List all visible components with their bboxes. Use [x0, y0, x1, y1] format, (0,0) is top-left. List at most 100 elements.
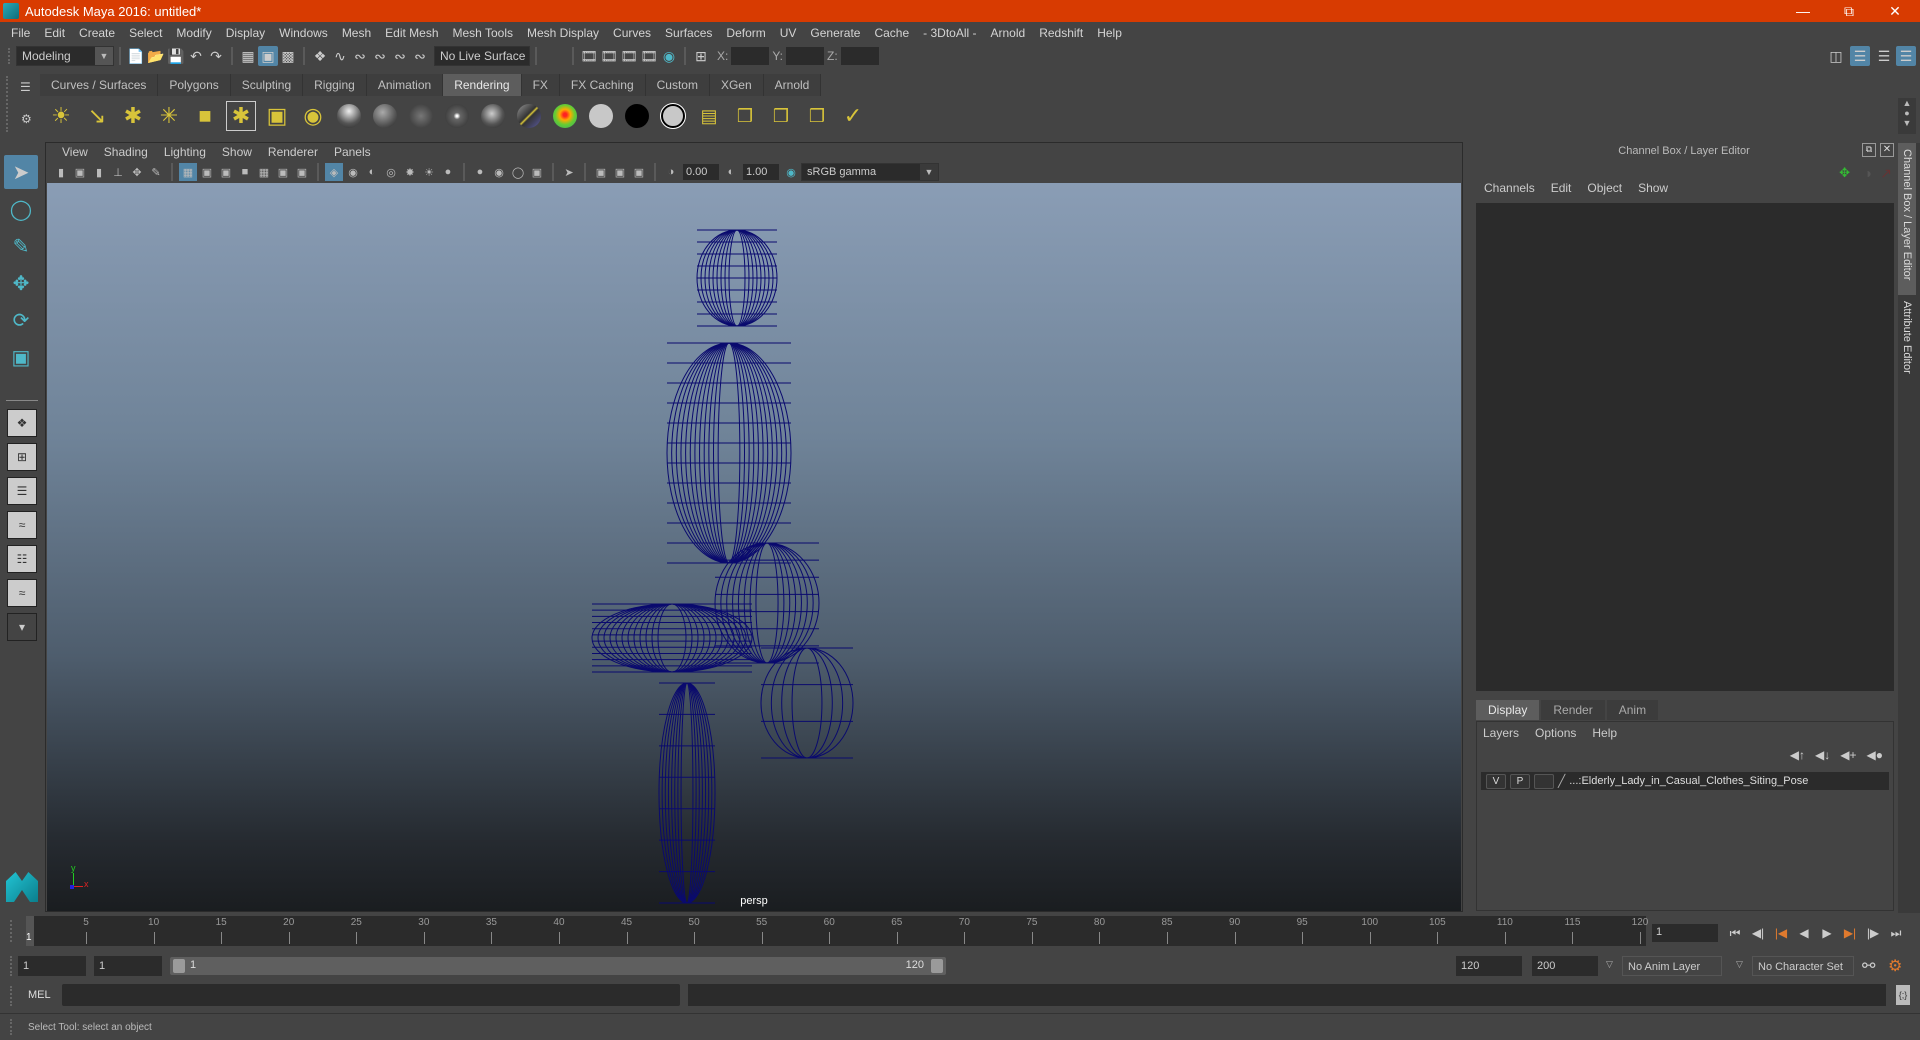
menu-3dtoall[interactable]: - 3DtoAll - — [916, 26, 983, 40]
xray-joints-icon[interactable]: ✸ — [401, 163, 419, 181]
menu-windows[interactable]: Windows — [272, 26, 335, 40]
textures-icon[interactable]: ▣ — [611, 163, 629, 181]
render-settings-shelf-icon[interactable]: ▤ — [694, 101, 724, 131]
redo-icon[interactable]: ↷ — [206, 46, 226, 66]
drag-handle[interactable] — [10, 1019, 14, 1035]
ipr-render-icon[interactable]: 🎞 — [619, 46, 639, 66]
layered-shader-icon[interactable] — [514, 101, 544, 131]
close-panel-icon[interactable]: ✕ — [1880, 143, 1894, 157]
menu-uv[interactable]: UV — [773, 26, 804, 40]
menu-mesh-tools[interactable]: Mesh Tools — [446, 26, 520, 40]
shelf-menu-icon[interactable]: ☰ — [20, 80, 31, 94]
auto-key-icon[interactable]: ⚯ — [1862, 956, 1875, 976]
minimize-button[interactable]: — — [1780, 0, 1826, 22]
drag-handle[interactable] — [10, 920, 14, 942]
scale-tool-icon[interactable]: ▣ — [4, 340, 38, 374]
live-surface-field[interactable]: No Live Surface — [434, 46, 530, 66]
mel-label[interactable]: MEL — [28, 989, 51, 1001]
batch-render-shelf-icon[interactable]: ❒ — [802, 101, 832, 131]
xray-icon[interactable]: ◎ — [382, 163, 400, 181]
ambient-light-icon[interactable]: ☀ — [46, 101, 76, 131]
channel-menu-edit[interactable]: Edit — [1543, 181, 1580, 195]
menu-arnold[interactable]: Arnold — [984, 26, 1033, 40]
smooth-shade-icon[interactable]: ◉ — [344, 163, 362, 181]
scene-end-field[interactable]: 200 — [1532, 956, 1598, 976]
use-background-icon[interactable] — [622, 101, 652, 131]
layer-tab-render[interactable]: Render — [1541, 700, 1605, 720]
anim-layer-field[interactable]: No Anim Layer — [1622, 956, 1722, 976]
step-forward-key-icon[interactable]: ▶| — [1840, 924, 1860, 942]
drag-handle[interactable] — [8, 48, 12, 64]
lambert-sphere-icon[interactable] — [370, 101, 400, 131]
menu-help[interactable]: Help — [1090, 26, 1129, 40]
resolution-gate-icon[interactable]: ▣ — [217, 163, 235, 181]
color-management-toggle-icon[interactable]: ◉ — [782, 163, 800, 181]
hyper-icon[interactable]: ↗ — [1880, 165, 1892, 182]
layer-tab-anim[interactable]: Anim — [1606, 700, 1659, 720]
range-start-handle[interactable] — [173, 959, 185, 973]
grid-icon[interactable]: ▦ — [179, 163, 197, 181]
channel-menu-channels[interactable]: Channels — [1476, 181, 1543, 195]
menu-mesh[interactable]: Mesh — [335, 26, 378, 40]
depth-of-field-icon[interactable]: ▣ — [528, 163, 546, 181]
shelf-tab-fx[interactable]: FX — [521, 74, 560, 96]
shadows-icon[interactable]: ● — [439, 163, 457, 181]
layer-menu-help[interactable]: Help — [1592, 726, 1625, 740]
float-panel-icon[interactable]: ⧉ — [1862, 143, 1876, 157]
shading-map-icon[interactable] — [658, 101, 688, 131]
menu-surfaces[interactable]: Surfaces — [658, 26, 719, 40]
new-layer-selected-icon[interactable]: ◀● — [1867, 748, 1883, 762]
exposure-icon[interactable]: ◑ — [662, 163, 680, 181]
hypershade-shelf-icon[interactable]: ◉ — [298, 101, 328, 131]
side-tab-channel-box[interactable]: Channel Box / Layer Editor — [1898, 143, 1916, 295]
gamma-field[interactable]: 1.00 — [743, 164, 779, 180]
character-set-dropdown-icon[interactable]: ▽ — [1736, 959, 1743, 970]
scroll-up-icon[interactable]: ▲ — [1898, 98, 1916, 108]
outliner-persp-layout-icon[interactable]: ☰ — [7, 477, 37, 505]
render-sequence-icon[interactable]: ✓ — [838, 101, 868, 131]
channel-menu-show[interactable]: Show — [1630, 181, 1676, 195]
manipulator-icon[interactable]: ✥ — [1839, 165, 1850, 181]
character-set-field[interactable]: No Character Set — [1752, 956, 1854, 976]
drag-handle[interactable] — [6, 76, 10, 132]
shelf-tab-animation[interactable]: Animation — [366, 74, 444, 96]
ipr-render-shelf-icon[interactable]: ❒ — [766, 101, 796, 131]
menu-select[interactable]: Select — [122, 26, 169, 40]
two-d-pan-zoom-icon[interactable]: ✥ — [128, 163, 146, 181]
speed-icon[interactable]: ◑ — [1864, 165, 1872, 181]
layer-playback-toggle[interactable]: P — [1510, 773, 1530, 789]
new-scene-icon[interactable]: 📄 — [126, 46, 146, 66]
layer-name[interactable]: ...:Elderly_Lady_in_Casual_Clothes_Sitin… — [1569, 775, 1808, 787]
tool-settings-icon[interactable]: ☰ — [1874, 46, 1894, 66]
snap-projected-center-icon[interactable]: ∾ — [370, 46, 390, 66]
volume-light-icon[interactable]: ✱ — [226, 101, 256, 131]
viewport-menu-lighting[interactable]: Lighting — [156, 145, 214, 159]
current-frame-marker[interactable]: 1 — [26, 916, 34, 946]
color-space-dropdown[interactable]: sRGB gamma ▼ — [801, 163, 939, 181]
restore-button[interactable]: ⧉ — [1826, 0, 1872, 22]
directional-light-icon[interactable]: ↘ — [82, 101, 112, 131]
safe-action-icon[interactable]: ▣ — [274, 163, 292, 181]
drag-handle[interactable] — [10, 986, 14, 1006]
scene-start-field[interactable]: 1 — [18, 956, 86, 976]
gate-mask-icon[interactable]: ■ — [236, 163, 254, 181]
make-live-icon[interactable]: ∾ — [410, 46, 430, 66]
range-bar[interactable]: 1 120 — [170, 957, 946, 975]
spot-light-icon[interactable]: ✳ — [154, 101, 184, 131]
side-tab-attribute-editor[interactable]: Attribute Editor — [1898, 295, 1916, 405]
render-current-frame-icon[interactable]: 🎞 — [599, 46, 619, 66]
layer-tab-display[interactable]: Display — [1476, 700, 1540, 720]
viewport-menu-shading[interactable]: Shading — [96, 145, 156, 159]
menu-redshift[interactable]: Redshift — [1032, 26, 1090, 40]
grease-pencil-icon[interactable]: ✎ — [147, 163, 165, 181]
open-scene-icon[interactable]: 📂 — [146, 46, 166, 66]
menu-modify[interactable]: Modify — [169, 26, 218, 40]
command-input[interactable] — [62, 984, 680, 1006]
snap-point-icon[interactable]: ∾ — [350, 46, 370, 66]
symmetry-icon[interactable]: ⊞ — [691, 46, 711, 66]
ramp-shader-icon[interactable] — [550, 101, 580, 131]
anim-layer-dropdown-icon[interactable]: ▽ — [1606, 959, 1613, 970]
menu-cache[interactable]: Cache — [867, 26, 916, 40]
wireframe-on-shaded-icon[interactable]: ◐ — [363, 163, 381, 181]
move-layer-up-icon[interactable]: ◀↑ — [1790, 748, 1805, 762]
